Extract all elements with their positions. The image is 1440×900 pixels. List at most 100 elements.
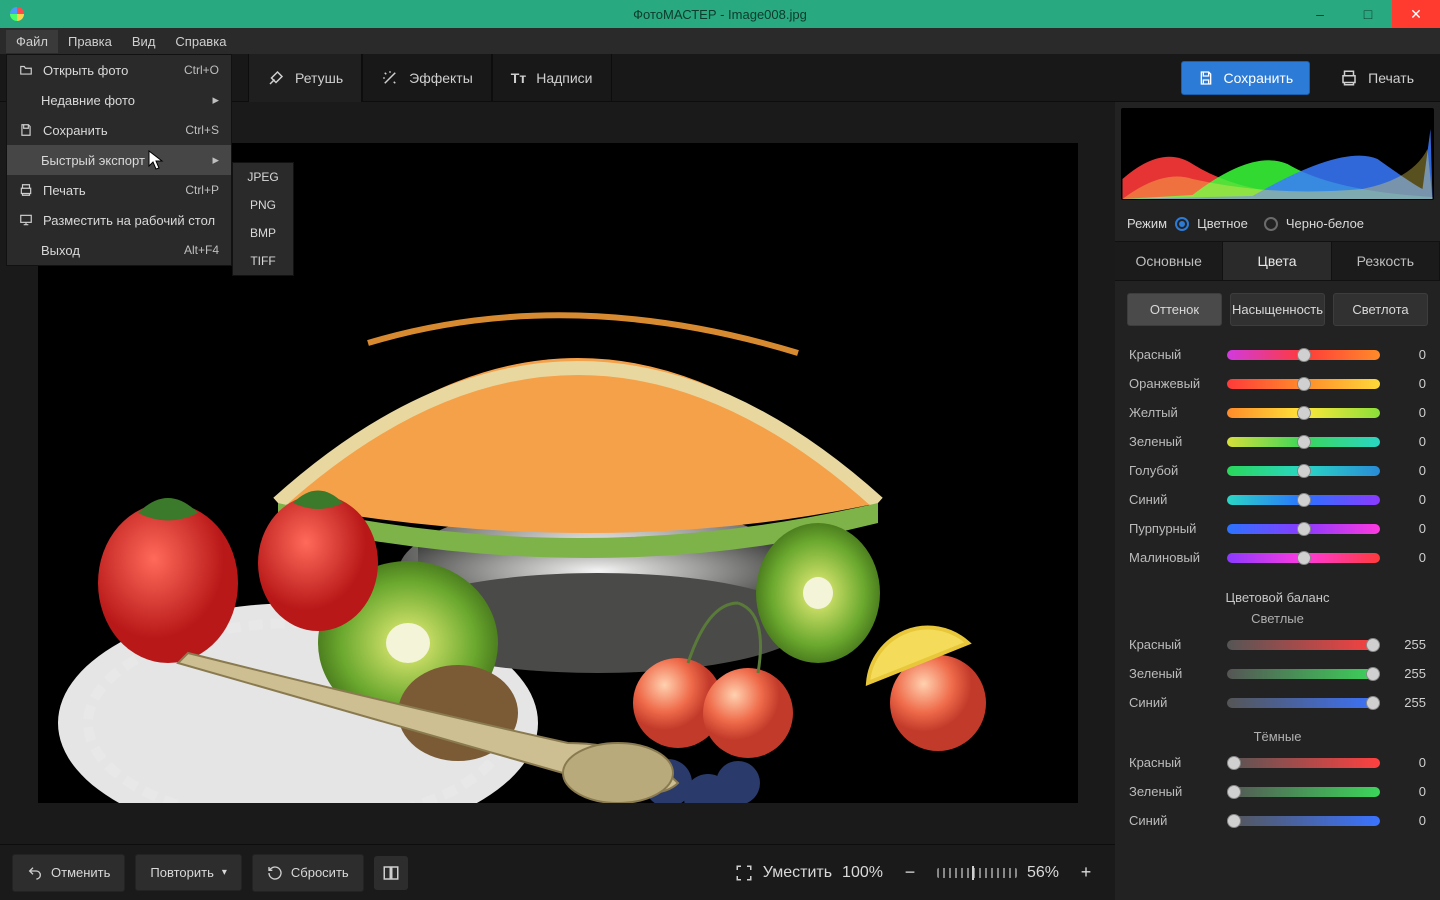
slider-row: Пурпурный 0: [1129, 514, 1426, 543]
zoom-out-button[interactable]: −: [893, 856, 927, 890]
slider-row: Синий255: [1129, 688, 1426, 717]
file-menu-item-5[interactable]: Разместить на рабочий стол: [7, 205, 231, 235]
slider-track[interactable]: [1227, 758, 1380, 768]
brush-icon: [267, 69, 285, 87]
slider-knob[interactable]: [1297, 377, 1311, 391]
minimize-button[interactable]: –: [1296, 0, 1344, 28]
slider-track[interactable]: [1227, 379, 1380, 389]
file-menu-item-0[interactable]: Открыть фотоCtrl+O: [7, 55, 231, 85]
export-format-png[interactable]: PNG: [233, 191, 293, 219]
color-mode-pills: Оттенок Насыщенность Светлота: [1115, 281, 1440, 338]
slider-knob[interactable]: [1297, 493, 1311, 507]
zoom-in-button[interactable]: +: [1069, 856, 1103, 890]
menu-view[interactable]: Вид: [122, 30, 166, 53]
slider-track[interactable]: [1227, 437, 1380, 447]
slider-knob[interactable]: [1366, 667, 1380, 681]
radio-color[interactable]: [1175, 217, 1189, 231]
slider-value: 0: [1386, 376, 1426, 391]
zoom-track[interactable]: [937, 868, 1017, 878]
save-icon: [1198, 70, 1214, 86]
slider-track[interactable]: [1227, 350, 1380, 360]
tab-retouch[interactable]: Ретушь: [248, 54, 362, 102]
dark-sliders: Красный0Зеленый0Синий0: [1115, 746, 1440, 845]
slider-knob[interactable]: [1297, 522, 1311, 536]
slider-label: Красный: [1129, 637, 1221, 652]
maximize-button[interactable]: □: [1344, 0, 1392, 28]
folder-icon: [19, 63, 33, 77]
export-format-jpeg[interactable]: JPEG: [233, 163, 293, 191]
file-menu-item-2[interactable]: СохранитьCtrl+S: [7, 115, 231, 145]
slider-label: Голубой: [1129, 463, 1221, 478]
slider-knob[interactable]: [1366, 696, 1380, 710]
slider-value: 255: [1386, 666, 1426, 681]
slider-value: 0: [1386, 755, 1426, 770]
slider-track[interactable]: [1227, 669, 1380, 679]
slider-label: Красный: [1129, 347, 1221, 362]
light-sliders: Красный255Зеленый255Синий255: [1115, 628, 1440, 727]
titlebar: ФотоМАСТЕР - Image008.jpg – □ ✕: [0, 0, 1440, 28]
export-format-tiff[interactable]: TIFF: [233, 247, 293, 275]
pill-lightness[interactable]: Светлота: [1333, 293, 1428, 326]
mode-opt-color[interactable]: Цветное: [1197, 216, 1248, 231]
file-menu-item-6[interactable]: ВыходAlt+F4: [7, 235, 231, 265]
redo-button[interactable]: Повторить ▾: [135, 854, 241, 891]
slider-knob[interactable]: [1297, 464, 1311, 478]
slider-row: Зеленый0: [1129, 427, 1426, 456]
pill-hue[interactable]: Оттенок: [1127, 293, 1222, 326]
slider-row: Оранжевый 0: [1129, 369, 1426, 398]
tab-effects[interactable]: Эффекты: [362, 54, 492, 102]
compare-button[interactable]: [374, 856, 408, 890]
slider-track[interactable]: [1227, 787, 1380, 797]
slider-knob[interactable]: [1227, 785, 1241, 799]
tab-captions[interactable]: Tᴛ Надписи: [492, 54, 612, 102]
print-button[interactable]: Печать: [1324, 61, 1430, 95]
slider-track[interactable]: [1227, 640, 1380, 650]
slider-value: 0: [1386, 784, 1426, 799]
file-menu-item-3[interactable]: Быстрый экспорт▸: [7, 145, 231, 175]
menu-edit[interactable]: Правка: [58, 30, 122, 53]
slider-label: Оранжевый: [1129, 376, 1221, 391]
slider-label: Пурпурный: [1129, 521, 1221, 536]
pill-saturation[interactable]: Насыщенность: [1230, 293, 1325, 326]
fit-button[interactable]: Уместить: [763, 864, 832, 882]
text-icon: Tᴛ: [511, 70, 526, 86]
slider-knob[interactable]: [1227, 814, 1241, 828]
slider-track[interactable]: [1227, 698, 1380, 708]
save-button[interactable]: Сохранить: [1181, 61, 1311, 95]
slider-knob[interactable]: [1297, 406, 1311, 420]
file-menu-item-4[interactable]: ПечатьCtrl+P: [7, 175, 231, 205]
file-menu-item-1[interactable]: Недавние фото▸: [7, 85, 231, 115]
darks-title: Тёмные: [1115, 729, 1440, 744]
export-format-bmp[interactable]: BMP: [233, 219, 293, 247]
slider-knob[interactable]: [1227, 756, 1241, 770]
close-button[interactable]: ✕: [1392, 0, 1440, 28]
subtab-basic[interactable]: Основные: [1115, 242, 1223, 280]
slider-knob[interactable]: [1297, 435, 1311, 449]
slider-knob[interactable]: [1366, 638, 1380, 652]
slider-label: Красный: [1129, 755, 1221, 770]
mode-opt-bw[interactable]: Черно-белое: [1286, 216, 1364, 231]
slider-track[interactable]: [1227, 408, 1380, 418]
menu-file[interactable]: Файл: [6, 30, 58, 53]
subtab-colors[interactable]: Цвета: [1223, 242, 1331, 280]
slider-track[interactable]: [1227, 495, 1380, 505]
slider-track[interactable]: [1227, 553, 1380, 563]
undo-button[interactable]: Отменить: [12, 854, 125, 892]
chevron-right-icon: ▸: [212, 152, 219, 168]
slider-knob[interactable]: [1297, 348, 1311, 362]
slider-value: 0: [1386, 405, 1426, 420]
slider-label: Зеленый: [1129, 784, 1221, 799]
slider-label: Зеленый: [1129, 666, 1221, 681]
mode-row: Режим Цветное Черно-белое: [1115, 206, 1440, 241]
menu-help[interactable]: Справка: [165, 30, 236, 53]
slider-knob[interactable]: [1297, 551, 1311, 565]
zoom-100[interactable]: 100%: [842, 864, 883, 882]
slider-track[interactable]: [1227, 816, 1380, 826]
slider-track[interactable]: [1227, 524, 1380, 534]
radio-bw[interactable]: [1264, 217, 1278, 231]
slider-track[interactable]: [1227, 466, 1380, 476]
slider-label: Синий: [1129, 492, 1221, 507]
reset-button[interactable]: Сбросить: [252, 854, 364, 892]
slider-value: 0: [1386, 521, 1426, 536]
subtab-sharpness[interactable]: Резкость: [1332, 242, 1440, 280]
